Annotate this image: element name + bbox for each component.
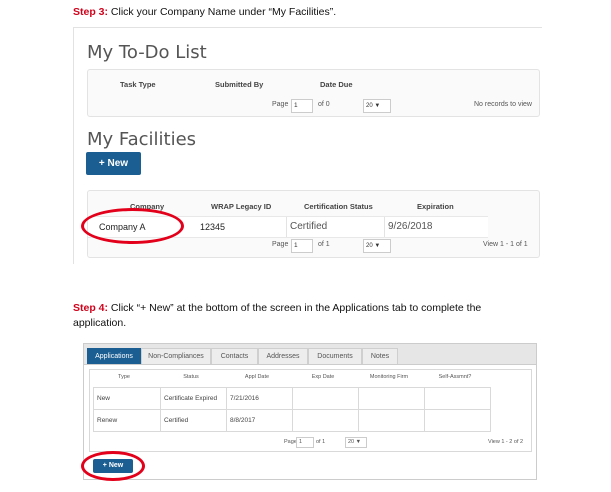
column-divider [286, 217, 287, 237]
tab-bar: Applications Non-Compliances Contacts Ad… [84, 344, 536, 365]
facility-cert-status: Certified [290, 221, 328, 232]
apps-header-self-assmnt: Self-Assmnt? [438, 374, 472, 380]
todo-pager: Page 1 of 0 20 ▼ No records to view [88, 99, 539, 115]
app-monitoring-firm-cell [358, 387, 425, 410]
applications-table: New Certificate Expired 7/21/2016 Renew … [93, 387, 491, 432]
facilities-per-page-select[interactable]: 20 ▼ [363, 239, 391, 253]
facility-legacy-id: 12345 [200, 222, 226, 232]
apps-header-monitoring-firm: Monitoring Firm [369, 374, 409, 380]
apps-header-appl-date: Appl Date [244, 374, 270, 380]
step4-label: Step 4: [73, 302, 109, 314]
app-monitoring-firm-cell [358, 409, 425, 432]
apps-page-word: Page [284, 439, 297, 445]
step3-instruction: Step 3: Click your Company Name under “M… [73, 5, 336, 20]
apps-pager-status: View 1 - 2 of 2 [488, 439, 524, 445]
applications-grid: Type Status Appl Date Exp Date Monitorin… [89, 369, 532, 452]
apps-header-type: Type [118, 374, 130, 380]
highlight-oval-company [81, 208, 184, 244]
tab-documents[interactable]: Documents [308, 348, 362, 364]
todo-header-task-type: Task Type [120, 80, 156, 89]
apps-header-exp-date: Exp Date [311, 374, 335, 380]
todo-header-date-due: Date Due [320, 80, 353, 89]
apps-header-status: Status [183, 374, 199, 380]
facilities-page-word: Page [272, 241, 289, 248]
apps-page-of: of 1 [316, 439, 326, 445]
facility-expiration: 9/26/2018 [388, 221, 433, 232]
facilities-header-expiration: Expiration [417, 202, 454, 211]
step4-text-line2: application. [73, 317, 127, 329]
applications-screenshot: Applications Non-Compliances Contacts Ad… [81, 343, 537, 481]
todo-page-word: Page [272, 101, 289, 108]
apps-page-input[interactable]: 1 [296, 437, 314, 448]
step4-text-line1: Click “+ New” at the bottom of the scree… [108, 302, 482, 314]
app-exp-date-cell [292, 409, 359, 432]
apps-per-page-select[interactable]: 20 ▼ [345, 437, 367, 448]
tab-applications[interactable]: Applications [87, 348, 141, 364]
tab-non-compliances[interactable]: Non-Compliances [141, 348, 211, 364]
highlight-oval-new [81, 451, 145, 481]
tab-contacts[interactable]: Contacts [211, 348, 258, 364]
app-type-cell: Renew [93, 409, 161, 432]
tab-addresses[interactable]: Addresses [258, 348, 308, 364]
todo-page-of: of 0 [318, 101, 330, 108]
todo-header-submitted-by: Submitted By [215, 80, 264, 89]
facilities-screenshot: My To-Do List Task Type Submitted By Dat… [73, 27, 542, 264]
todo-grid: Task Type Submitted By Date Due Page 1 o… [87, 69, 540, 117]
facilities-pager-status: View 1 - 1 of 1 [483, 241, 528, 248]
app-self-assmnt-cell [424, 387, 491, 410]
table-row[interactable]: Renew Certified 8/8/2017 [93, 409, 491, 432]
app-status-cell: Certificate Expired [160, 387, 227, 410]
step3-label: Step 3: [73, 6, 109, 18]
column-divider [384, 217, 385, 237]
applications-pager: Page 1 of 1 20 ▼ View 1 - 2 of 2 [90, 436, 531, 450]
app-appl-date-cell: 7/21/2016 [226, 387, 293, 410]
todo-page-input[interactable]: 1 [291, 99, 313, 113]
app-exp-date-cell [292, 387, 359, 410]
facilities-page-input[interactable]: 1 [291, 239, 313, 253]
todo-title: My To-Do List [87, 42, 207, 63]
facilities-page-of: of 1 [318, 241, 330, 248]
table-row[interactable]: New Certificate Expired 7/21/2016 [93, 387, 491, 410]
todo-per-page-select[interactable]: 20 ▼ [363, 99, 391, 113]
app-appl-date-cell: 8/8/2017 [226, 409, 293, 432]
todo-pager-status: No records to view [474, 101, 532, 108]
app-type-cell: New [93, 387, 161, 410]
facilities-title: My Facilities [87, 129, 197, 150]
facilities-header-cert-status: Certification Status [304, 202, 373, 211]
step3-text: Click your Company Name under “My Facili… [108, 6, 337, 18]
tab-notes[interactable]: Notes [362, 348, 398, 364]
app-self-assmnt-cell [424, 409, 491, 432]
app-status-cell: Certified [160, 409, 227, 432]
step4-instruction: Step 4: Click “+ New” at the bottom of t… [73, 301, 573, 331]
facilities-new-button[interactable]: + New [86, 152, 141, 175]
facilities-header-legacy-id: WRAP Legacy ID [211, 202, 272, 211]
